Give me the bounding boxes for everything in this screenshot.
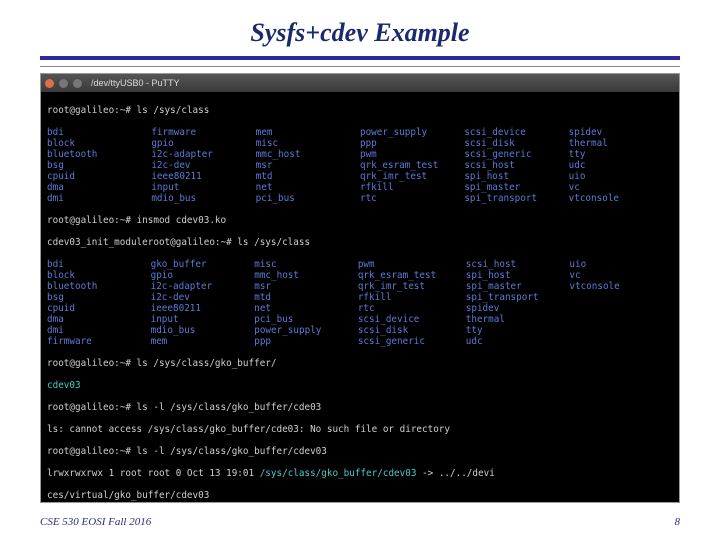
close-icon[interactable] xyxy=(45,79,54,88)
prompt-line: root@galileo:~# ls /sys/class/gko_buffer… xyxy=(47,358,673,369)
title-thin-rule xyxy=(40,66,680,67)
prompt-line: root@galileo:~# ls -l /sys/class/gko_buf… xyxy=(47,402,673,413)
ls-output: bdi block bluetooth bsg cpuid dma dmi fi… xyxy=(47,127,673,204)
slide-title: Sysfs+cdev Example xyxy=(0,0,720,56)
ls-output: cdev03 xyxy=(47,380,673,391)
terminal-window: /dev/ttyUSB0 - PuTTY root@galileo:~# ls … xyxy=(40,73,680,503)
prompt-line: cdev03_init_moduleroot@galileo:~# ls /sy… xyxy=(47,237,673,248)
error-line: ls: cannot access /sys/class/gko_buffer/… xyxy=(47,424,673,435)
footer: CSE 530 EOSI Fall 2016 8 xyxy=(40,516,680,528)
prompt-line: root@galileo:~# insmod cdev03.ko xyxy=(47,215,673,226)
maximize-icon[interactable] xyxy=(73,79,82,88)
ls-long-line: ces/virtual/gko_buffer/cdev03 xyxy=(47,490,673,501)
titlebar-text: /dev/ttyUSB0 - PuTTY xyxy=(91,78,180,88)
footer-page-number: 8 xyxy=(675,516,681,528)
terminal-titlebar: /dev/ttyUSB0 - PuTTY xyxy=(41,74,679,92)
prompt-line: root@galileo:~# ls -l /sys/class/gko_buf… xyxy=(47,446,673,457)
minimize-icon[interactable] xyxy=(59,79,68,88)
ls-output: bdi block bluetooth bsg cpuid dma dmi fi… xyxy=(47,259,673,347)
terminal-body: root@galileo:~# ls /sys/class bdi block … xyxy=(41,92,679,503)
ls-long-line: lrwxrwxrwx 1 root root 0 Oct 13 19:01 /s… xyxy=(47,468,673,479)
prompt-line: root@galileo:~# ls /sys/class xyxy=(47,105,673,116)
footer-left: CSE 530 EOSI Fall 2016 xyxy=(40,516,151,528)
title-rule xyxy=(40,56,680,60)
